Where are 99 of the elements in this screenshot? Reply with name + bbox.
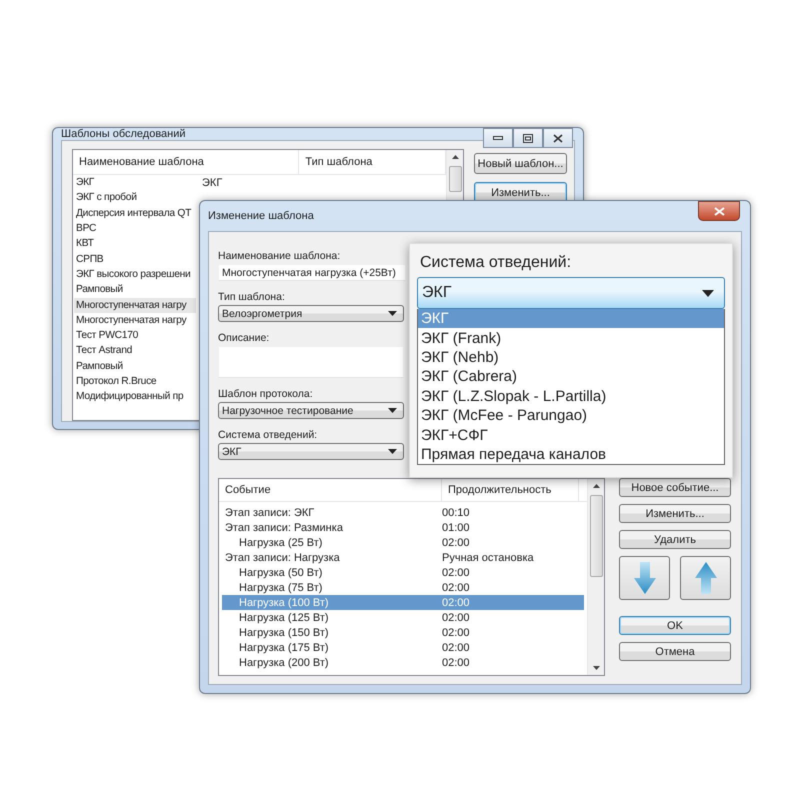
- template-name[interactable]: Тест Astrand: [74, 343, 196, 358]
- action-button[interactable]: Изменить...: [619, 504, 731, 523]
- move-up-button[interactable]: [680, 556, 731, 600]
- caret-icon: [388, 311, 397, 316]
- template-name[interactable]: Тест PWC170: [74, 328, 196, 344]
- template-name[interactable]: Рамповый: [74, 282, 196, 298]
- field-label: Наименование шаблона:: [218, 250, 340, 262]
- list-row[interactable]: Нагрузка (200 Вт) 02:00: [222, 655, 584, 670]
- template-name[interactable]: Многоступенчатая нагру: [74, 298, 196, 313]
- dropdown-option[interactable]: ЭКГ (Nehb): [418, 348, 724, 368]
- caret-icon: [702, 290, 714, 296]
- column-header[interactable]: Событие: [219, 479, 442, 501]
- event-duration: 02:00: [441, 642, 470, 654]
- maximize-button[interactable]: [513, 128, 543, 148]
- move-down-button[interactable]: [619, 556, 670, 600]
- event-name: Нагрузка (200 Вт): [238, 656, 330, 668]
- event-name: Нагрузка (100 Вт): [238, 596, 330, 608]
- dialog-title: Изменение шаблона: [208, 210, 314, 222]
- list-row[interactable]: Нагрузка (75 Вт) 02:00: [222, 580, 584, 595]
- cancel-button[interactable]: Отмена: [619, 642, 731, 661]
- column-header[interactable]: Продолжительность: [442, 479, 579, 501]
- event-name: Нагрузка (75 Вт): [238, 582, 324, 594]
- description-field[interactable]: [218, 346, 404, 378]
- action-button[interactable]: Новый шаблон...: [474, 153, 567, 174]
- field-label: Тип шаблона:: [218, 291, 285, 303]
- template-name[interactable]: ЭКГ высокого разрешени: [74, 266, 196, 282]
- close-icon: [553, 134, 563, 142]
- template-name[interactable]: Протокол R.Bruce: [74, 374, 196, 389]
- template-name[interactable]: Рамповый: [74, 358, 196, 374]
- event-name: Нагрузка (25 Вт): [238, 536, 324, 548]
- template-name[interactable]: Дисперсия интервала QT: [74, 206, 196, 221]
- list-row[interactable]: Нагрузка (175 Вт) 02:00: [222, 640, 584, 655]
- template-name[interactable]: ЭКГ: [74, 175, 196, 190]
- event-duration: 02:00: [441, 656, 470, 668]
- dropdown-option[interactable]: ЭКГ (McFee - Parungao): [418, 406, 724, 426]
- scroll-down-icon: [592, 666, 600, 670]
- scroll-up-icon: [452, 155, 458, 159]
- list-row[interactable]: Нагрузка (25 Вт) 02:00: [222, 535, 584, 550]
- list-row[interactable]: Нагрузка (125 Вт) 02:00: [222, 610, 584, 625]
- field-label: Шаблон протокола:: [218, 388, 313, 400]
- close-icon: [714, 206, 724, 216]
- event-name: Нагрузка (125 Вт): [238, 612, 330, 624]
- event-name: Нагрузка (50 Вт): [238, 566, 324, 578]
- maximize-icon: [523, 134, 533, 142]
- list-row[interactable]: Этап записи: Нагрузка Ручная остановка: [222, 550, 584, 565]
- close-button[interactable]: [543, 128, 573, 148]
- template-name[interactable]: Модифицированный пр: [74, 389, 196, 404]
- action-button[interactable]: Новое событие...: [619, 478, 731, 497]
- event-name: Этап записи: Разминка: [224, 522, 344, 534]
- window-title: Шаблоны обследований: [61, 128, 186, 140]
- event-duration: 02:00: [441, 566, 470, 578]
- scroll-up-icon: [592, 484, 600, 488]
- event-duration: 02:00: [441, 596, 470, 608]
- template-name[interactable]: ЭКГ с пробой: [74, 190, 196, 206]
- event-name: Этап записи: ЭКГ: [224, 506, 316, 518]
- caret-icon: [388, 449, 397, 454]
- event-name: Нагрузка (150 Вт): [238, 626, 330, 638]
- close-button[interactable]: [698, 201, 740, 221]
- event-name: Нагрузка (175 Вт): [238, 642, 330, 654]
- minimize-button[interactable]: [483, 128, 513, 148]
- event-duration: 02:00: [441, 612, 470, 624]
- list-row[interactable]: Этап записи: Разминка 01:00: [222, 520, 584, 535]
- ok-button[interactable]: OK: [619, 616, 731, 635]
- arrow-down-icon: [634, 562, 656, 594]
- column-header[interactable]: Наименование шаблона: [73, 150, 300, 174]
- template-type: ЭКГ: [201, 176, 222, 189]
- template-name-field[interactable]: Многоступенчатая нагрузка (+25Вт): [218, 264, 406, 281]
- dropdown-option[interactable]: ЭКГ (L.Z.Slopak - L.Partilla): [418, 386, 724, 406]
- template-name[interactable]: КВТ: [74, 236, 196, 252]
- list-row[interactable]: Нагрузка (50 Вт) 02:00: [222, 565, 584, 580]
- scrollbar[interactable]: [587, 479, 604, 675]
- dropdown-option[interactable]: ЭКГ (Frank): [418, 328, 724, 348]
- list-row[interactable]: Нагрузка (150 Вт) 02:00: [222, 625, 584, 640]
- event-duration: 01:00: [441, 522, 470, 534]
- dropdown-option[interactable]: ЭКГ (Cabrera): [418, 367, 724, 387]
- event-duration: 02:00: [441, 582, 470, 594]
- event-duration: Ручная остановка: [441, 552, 534, 564]
- dropdown[interactable]: ЭКГ: [417, 277, 725, 309]
- template-name[interactable]: СРПВ: [74, 252, 196, 267]
- dropdown-option[interactable]: Прямая передача каналов: [418, 444, 724, 464]
- scrollbar-thumb[interactable]: [448, 166, 462, 192]
- arrow-up-icon: [694, 562, 716, 594]
- field-label: Система отведений:: [420, 254, 572, 272]
- event-duration: 00:10: [441, 506, 470, 518]
- event-name: Этап записи: Нагрузка: [224, 552, 341, 564]
- event-duration: 02:00: [441, 536, 470, 548]
- dropdown[interactable]: Велоэргометрия: [218, 305, 404, 322]
- event-duration: 02:00: [441, 626, 470, 638]
- caret-icon: [388, 408, 397, 413]
- list-row[interactable]: Этап записи: ЭКГ 00:10: [222, 505, 584, 520]
- field-label: Описание:: [218, 332, 270, 344]
- template-name[interactable]: Многоступенчатая нагру: [74, 312, 196, 328]
- template-name[interactable]: ВРС: [74, 221, 196, 236]
- action-button[interactable]: Удалить: [619, 530, 731, 549]
- dropdown-option[interactable]: ЭКГ+СФГ: [418, 425, 724, 445]
- dropdown[interactable]: ЭКГ: [218, 443, 404, 460]
- dropdown[interactable]: Нагрузочное тестирование: [218, 402, 404, 419]
- field-label: Система отведений:: [218, 429, 318, 441]
- minimize-icon: [493, 136, 503, 140]
